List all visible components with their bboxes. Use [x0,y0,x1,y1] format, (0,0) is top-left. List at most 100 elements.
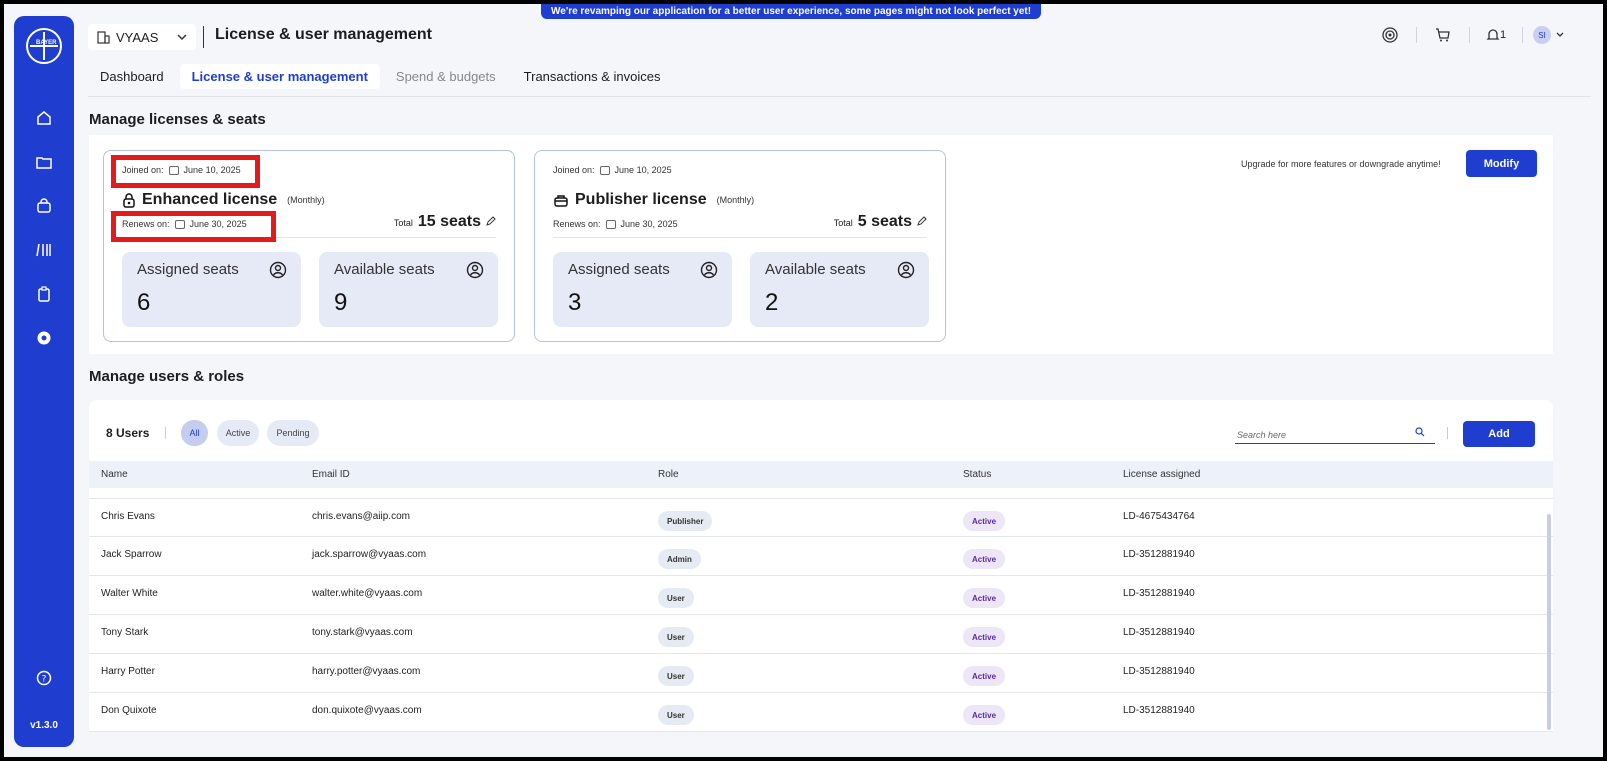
user-email: chris.evans@aiip.com [312,511,410,522]
header-divider [203,26,204,48]
license-id: LD-3512881940 [1123,705,1195,716]
home-icon[interactable] [34,108,54,128]
available-seats-box: Available seats 2 [750,252,929,327]
lock-icon [123,193,135,208]
bayer-logo[interactable]: BAYER [26,28,62,64]
available-seats-label: Available seats [765,261,866,278]
tab-transactions-invoices[interactable]: Transactions & invoices [512,64,673,89]
filter-pending[interactable]: Pending [267,420,319,446]
add-user-button[interactable]: Add [1463,421,1535,447]
license-id: LD-3512881940 [1123,627,1195,638]
app-window: BAYER ? v1.3.0 We're revamping our appli… [4,4,1603,757]
column-license[interactable]: License assigned [1123,469,1200,480]
assigned-seats-box: Assigned seats 3 [553,252,732,327]
table-row[interactable]: Tony Stark tony.stark@vyaas.com User Active… [89,615,1553,654]
license-period: (Monthly) [716,195,755,205]
renews-date: June 30, 2025 [620,219,678,229]
edit-pencil-icon[interactable] [917,216,927,226]
clipboard-icon[interactable] [34,284,54,304]
publisher-icon [554,195,568,207]
table-row[interactable]: Harry Potter harry.potter@vyaas.com User Ac… [89,654,1553,693]
logo-text: BAYER [36,40,57,46]
header-separator [1416,27,1417,43]
user-name: Walter White [101,588,158,599]
library-icon[interactable] [34,240,54,260]
column-email[interactable]: Email ID [312,469,350,480]
edit-pencil-icon[interactable] [486,216,496,226]
user-name: Jack Sparrow [101,549,162,560]
tab-dashboard[interactable]: Dashboard [88,64,176,89]
user-circle-icon [700,261,718,279]
user-menu[interactable]: SI [1531,24,1567,46]
svg-text:?: ? [42,675,47,685]
table-scrollbar[interactable] [1547,514,1551,730]
search-divider [1447,427,1448,439]
table-header: Name Email ID Role Status License assign… [89,461,1553,488]
cart-icon[interactable] [1425,24,1461,46]
user-name: Harry Potter [101,666,155,677]
license-name: Publisher license [575,191,707,208]
table-row[interactable]: Don Quixote don.quixote@vyaas.com User Acti… [89,693,1553,732]
total-seats: Total 15 seats [394,213,496,231]
joined-date: June 10, 2025 [614,165,672,175]
role-badge: User [658,588,694,608]
status-badge: Active [963,549,1006,569]
license-id: LD-3512881940 [1123,666,1195,677]
filter-all[interactable]: All [181,420,208,446]
user-email: walter.white@vyaas.com [312,588,423,599]
assigned-seats-value: 6 [137,289,151,316]
joined-label: Joined on: [553,165,595,175]
user-email: jack.sparrow@vyaas.com [312,549,427,560]
role-badge: User [658,666,694,686]
user-name: Don Quixote [101,705,157,716]
folder-icon[interactable] [34,152,54,172]
filter-active[interactable]: Active [217,420,259,446]
tab-license-user-management[interactable]: License & user management [179,64,380,89]
modify-button[interactable]: Modify [1466,150,1537,177]
status-badge: Active [963,666,1006,686]
column-name[interactable]: Name [101,469,128,480]
user-email: don.quixote@vyaas.com [312,705,422,716]
table-row[interactable]: Jack Sparrow jack.sparrow@vyaas.com Admin A… [89,537,1553,576]
search-input[interactable]: Search here [1235,422,1435,444]
license-title: Publisher license (Monthly) [553,191,754,209]
help-icon[interactable]: ? [34,668,54,688]
role-badge: User [658,627,694,647]
total-seats-value: 15 seats [417,213,481,230]
header-separator [1469,27,1470,43]
table-row[interactable]: Walter White walter.white@vyaas.com User Ac… [89,576,1553,615]
globe-icon[interactable] [1372,24,1408,46]
org-selector[interactable]: VYAAS [88,24,196,50]
users-section-title: Manage users & roles [89,368,245,385]
highlight-box-joined [111,155,260,188]
license-period: (Monthly) [287,195,325,205]
chevron-down-icon [177,34,187,41]
renews-label: Renews on: [553,219,601,229]
highlight-box-renews [111,211,276,242]
column-role[interactable]: Role [658,469,679,480]
page-title: License & user management [215,26,432,43]
app-version: v1.3.0 [30,720,58,731]
settings-gear-icon[interactable] [34,328,54,348]
available-seats-value: 9 [334,289,348,316]
column-status[interactable]: Status [963,469,991,480]
status-badge: Active [963,627,1006,647]
header-actions: 1 SI [1372,24,1567,46]
available-seats-box: Available seats 9 [319,252,498,327]
role-badge: Publisher [658,511,713,531]
assigned-seats-value: 3 [568,289,582,316]
bag-icon[interactable] [34,196,54,216]
available-seats-label: Available seats [334,261,435,278]
tab-spend-budgets[interactable]: Spend & budgets [384,64,508,89]
table-row[interactable]: Chris Evans chris.evans@aiip.com Publisher… [89,498,1553,537]
building-icon [97,31,110,44]
user-name: Chris Evans [101,511,155,522]
user-circle-icon [897,261,915,279]
card-divider [553,237,927,238]
licenses-section-title: Manage licenses & seats [89,111,266,128]
assigned-seats-label: Assigned seats [137,261,239,278]
notifications-button[interactable]: 1 [1478,24,1514,46]
search-placeholder: Search here [1237,430,1287,440]
user-name: Tony Stark [101,627,149,638]
revamp-banner: We're revamping our application for a be… [541,4,1042,19]
